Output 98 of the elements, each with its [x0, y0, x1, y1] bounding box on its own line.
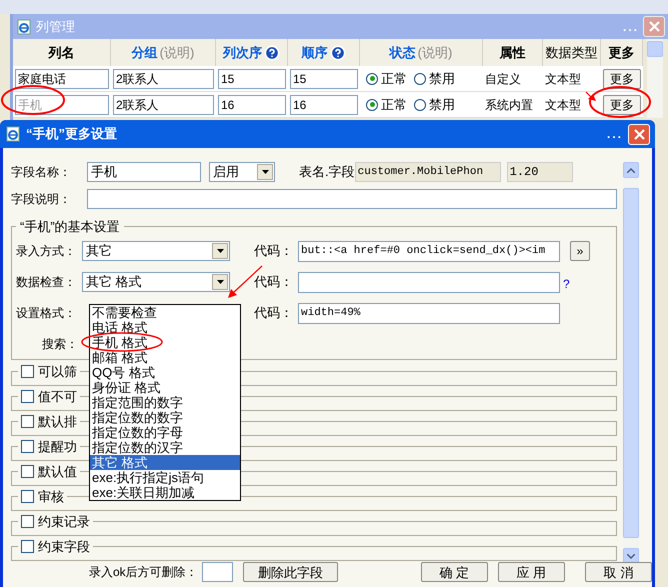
checkbox[interactable]: [21, 390, 34, 404]
dropdown-arrow-button[interactable]: [212, 243, 228, 259]
dropdown-option[interactable]: exe:执行指定js语句: [90, 470, 240, 485]
field-label: 数据检查：: [16, 274, 77, 291]
checkbox[interactable]: [21, 365, 34, 378]
dropdown-option[interactable]: exe:关联日期加减: [90, 485, 240, 500]
chevron-down-icon: [627, 554, 635, 558]
chevron-up-icon: [627, 168, 635, 172]
dropdown-option[interactable]: 指定位数的数字: [90, 410, 240, 425]
dialog-title: “手机”更多设置: [26, 125, 117, 144]
annotation-circle: [589, 86, 651, 118]
order-field[interactable]: 16: [290, 94, 358, 114]
radio-button[interactable]: [414, 72, 426, 84]
radio-label: 正常: [381, 96, 407, 114]
checkbox[interactable]: [21, 465, 34, 478]
field-label: 录入方式：: [16, 243, 77, 260]
dropdown-option[interactable]: 其它 格式: [90, 455, 240, 470]
field-label: 表名.字段: [299, 163, 355, 182]
select-field[interactable]: 其它: [82, 241, 230, 261]
checkbox-label: 值不可: [38, 388, 77, 406]
field-label: 代码：: [254, 242, 294, 260]
dialog-button[interactable]: 取 消: [584, 562, 652, 582]
annotation-arrow: [586, 92, 596, 101]
code-input[interactable]: [298, 272, 560, 292]
checkbox-label: 约束字段: [38, 538, 90, 556]
checkbox[interactable]: [21, 490, 34, 504]
help-icon[interactable]: [264, 44, 280, 60]
caret-icon: [216, 249, 224, 253]
code-input[interactable]: width=49%: [298, 302, 560, 324]
field-label: 字段说明：: [11, 191, 72, 208]
data-type-cell-text: 文本型: [544, 70, 582, 88]
checkbox-label: 默认值: [38, 463, 77, 481]
close-icon: [648, 21, 660, 32]
dropdown-option[interactable]: 手机 格式: [90, 335, 240, 350]
checkbox[interactable]: [21, 415, 34, 428]
checkbox-label: 约束记录: [38, 513, 90, 531]
attribute-cell-text: 自定义: [484, 70, 522, 88]
browser-window-icon: [16, 18, 32, 34]
dropdown-option[interactable]: 身份证 格式: [90, 380, 240, 395]
window-menu-dots[interactable]: ...: [606, 125, 623, 143]
column-order-field[interactable]: 15: [218, 68, 286, 88]
browser-window-icon: [5, 126, 21, 142]
data-type-cell-text: 文本型: [544, 96, 582, 114]
code-input[interactable]: but::<a href=#0 onclick=send_dx()><im: [298, 240, 560, 262]
dialog-button[interactable]: 确 定: [420, 562, 488, 582]
field-label: 代码：: [254, 304, 294, 322]
group-field[interactable]: 2联系人: [113, 68, 214, 88]
help-link[interactable]: ?: [563, 274, 570, 292]
field-label: 代码：: [254, 273, 294, 292]
expand-button[interactable]: »: [570, 241, 590, 261]
checkbox[interactable]: [21, 440, 34, 454]
field-label: 录入ok后方可删除：: [89, 564, 198, 581]
group-field[interactable]: 2联系人: [113, 94, 214, 114]
window-title: 列管理: [36, 18, 75, 36]
checkbox-label: 可以筛: [38, 363, 77, 381]
delete-field-button[interactable]: 删除此字段: [243, 562, 338, 582]
description-input[interactable]: [87, 189, 617, 209]
radio-button[interactable]: [366, 72, 378, 84]
checkbox-label: 提醒功: [38, 438, 77, 456]
column-name-field[interactable]: 家庭电话: [15, 68, 109, 88]
status-select[interactable]: 启用: [209, 162, 275, 182]
caret-icon: [216, 280, 224, 284]
checkbox[interactable]: [21, 515, 34, 528]
scroll-up-button[interactable]: [623, 162, 639, 178]
field-label: 字段名称：: [11, 164, 72, 181]
annotation-circle: [1, 85, 65, 115]
order-field[interactable]: 15: [290, 68, 358, 88]
dropdown-arrow-button[interactable]: [212, 274, 228, 290]
select-field[interactable]: 其它 格式: [82, 272, 230, 292]
checkbox-label: 默认排: [38, 413, 77, 431]
group-legend: “手机”的基本设置: [16, 217, 124, 236]
dropdown-arrow-button[interactable]: [257, 164, 273, 180]
help-icon[interactable]: [330, 44, 346, 60]
field-label: 设置格式：: [16, 305, 77, 322]
close-icon: [634, 128, 644, 140]
dropdown-option[interactable]: 指定范围的数字: [90, 395, 240, 410]
radio-button[interactable]: [366, 98, 378, 110]
scrollbar[interactable]: [647, 39, 663, 118]
caret-icon: [262, 170, 268, 174]
dialog-button[interactable]: 应 用: [498, 562, 565, 582]
radio-button[interactable]: [414, 98, 426, 110]
dropdown-option[interactable]: 指定位数的汉字: [90, 440, 240, 455]
dropdown-option[interactable]: 指定位数的字母: [90, 425, 240, 440]
field-name-input[interactable]: 手机: [87, 162, 201, 182]
more-button[interactable]: 更多: [603, 94, 641, 114]
column-order-field[interactable]: 16: [218, 94, 286, 114]
checkbox[interactable]: [21, 540, 34, 554]
radio-label: 禁用: [429, 96, 455, 114]
dropdown-option[interactable]: QQ号 格式: [90, 365, 240, 380]
dropdown-option[interactable]: 不需要检查: [90, 305, 240, 320]
more-button[interactable]: 更多: [603, 68, 641, 88]
attribute-cell-text: 系统内置: [484, 96, 534, 114]
field-label: 搜索：: [41, 336, 79, 353]
dropdown-option[interactable]: 邮箱 格式: [90, 350, 240, 365]
checkbox-label: 审核: [38, 488, 64, 506]
confirm-delete-input[interactable]: [202, 562, 234, 582]
radio-label: 禁用: [429, 70, 455, 88]
radio-label: 正常: [381, 70, 407, 88]
